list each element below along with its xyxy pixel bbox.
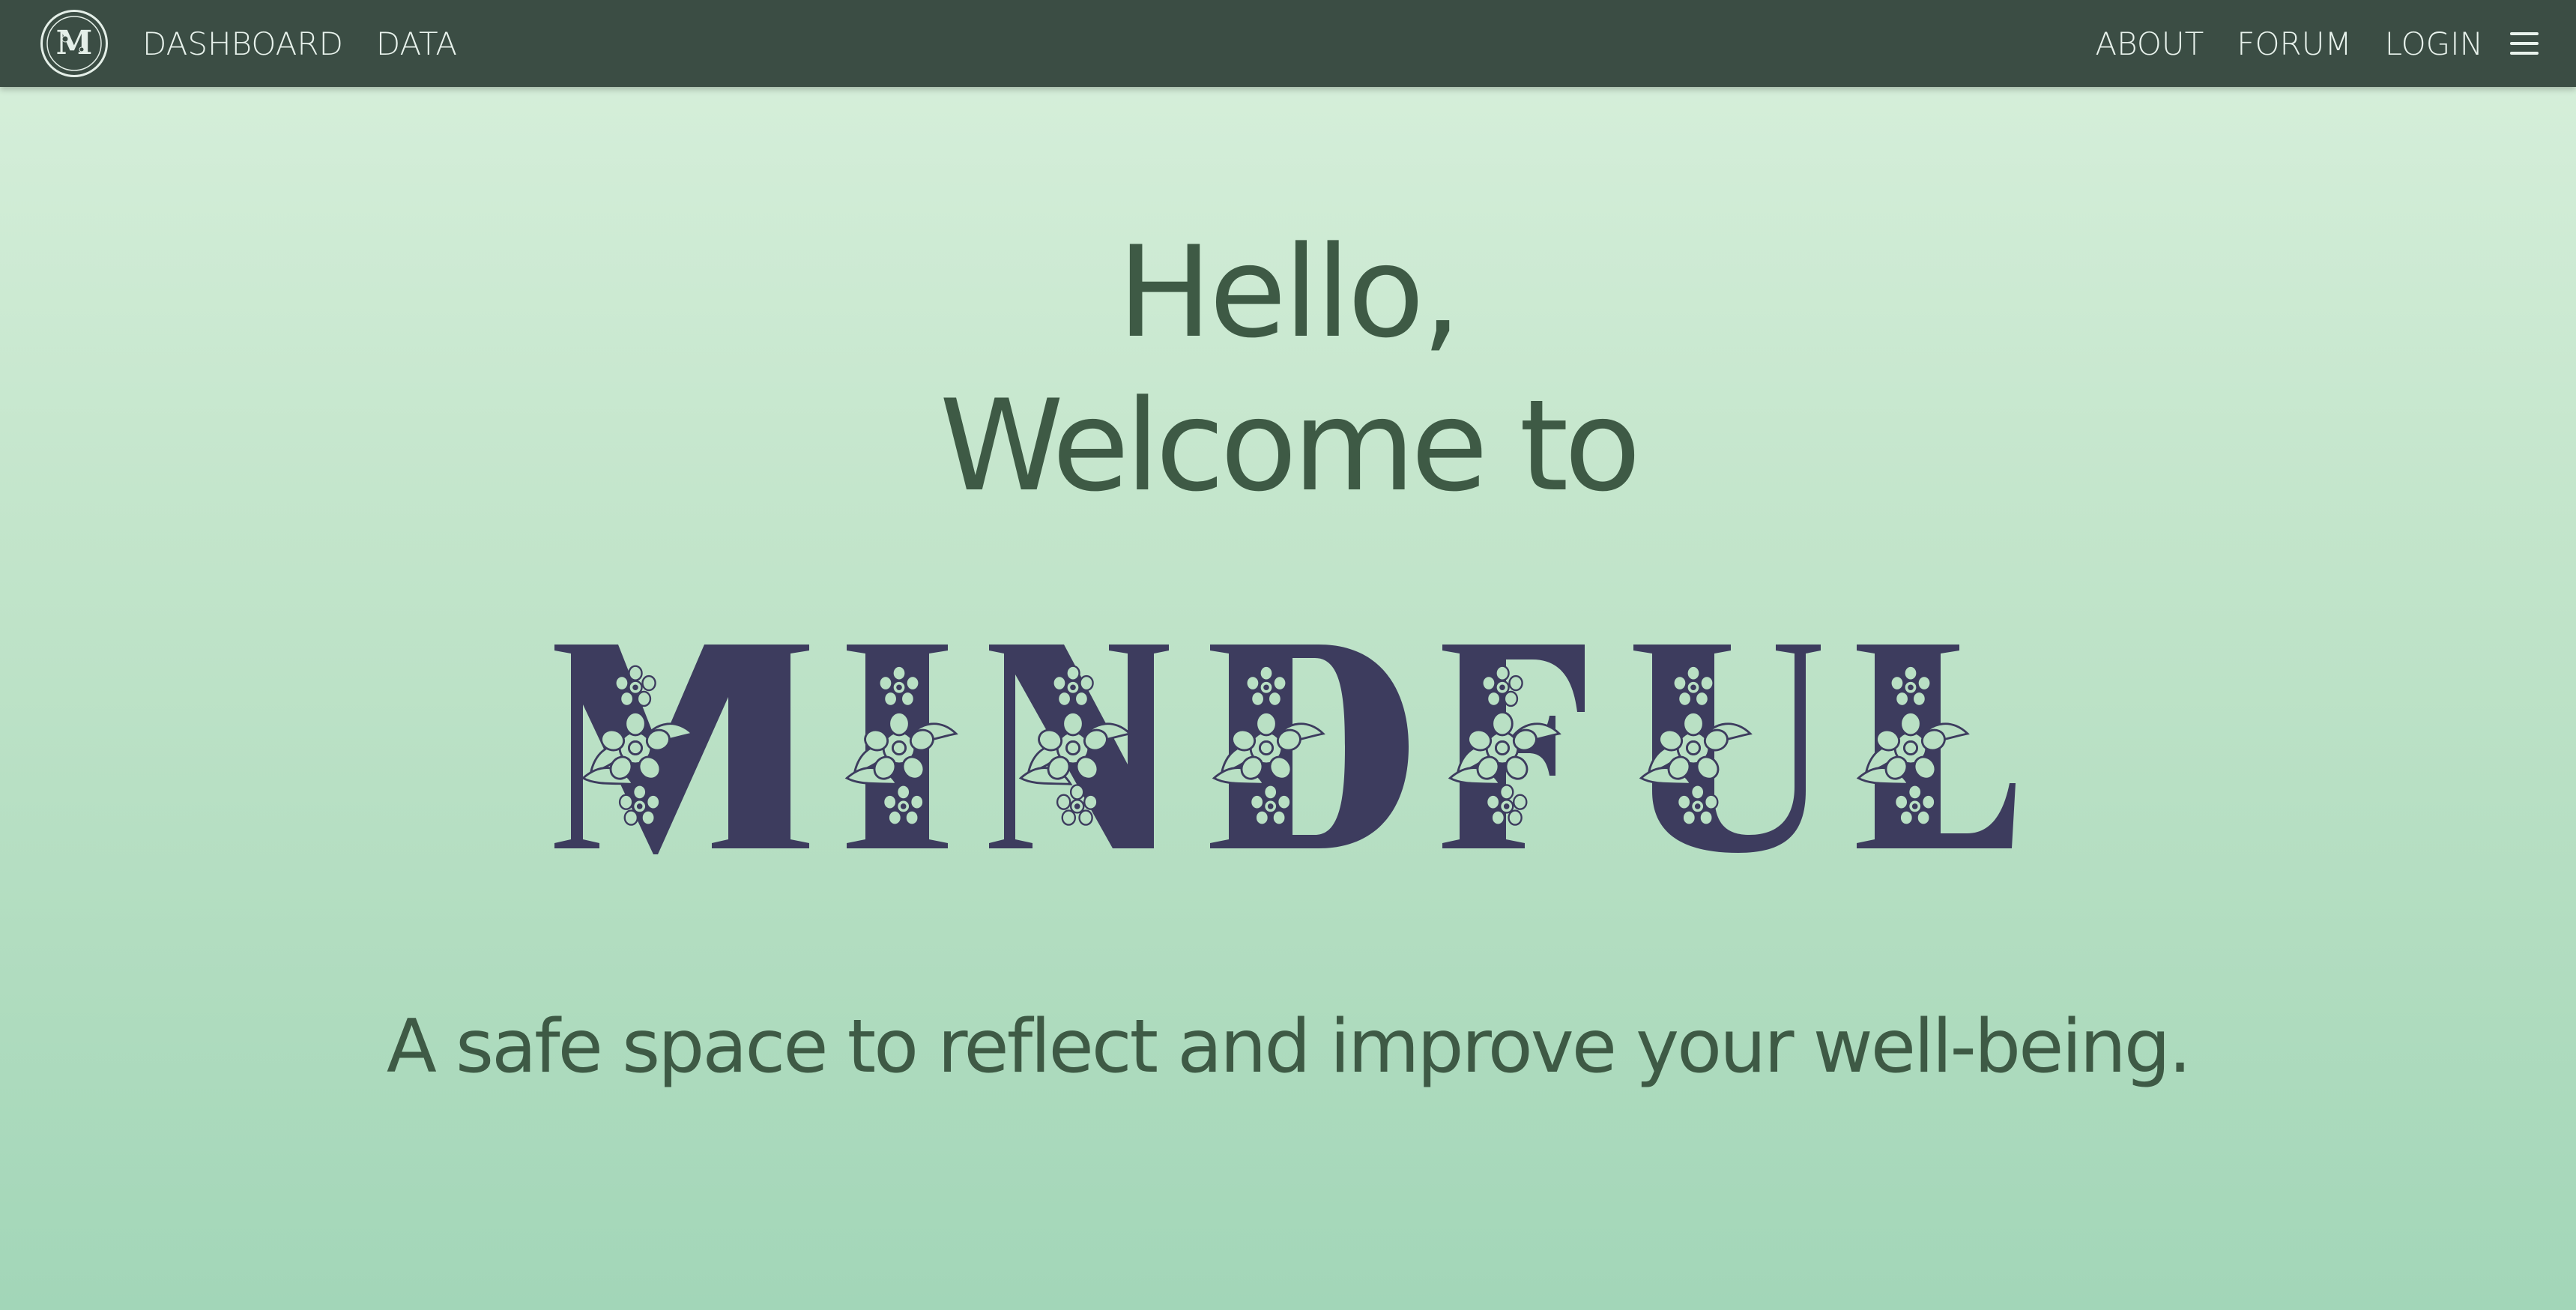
brand-wordmark <box>0 615 2576 862</box>
mindful-logo-icon[interactable]: M <box>40 10 108 77</box>
nav-forum-link[interactable]: FORUM <box>2237 25 2351 62</box>
nav-dashboard-link[interactable]: DASHBOARD <box>142 25 343 62</box>
nav-data-link[interactable]: DATA <box>376 25 457 62</box>
hamburger-menu-icon[interactable] <box>2510 32 2539 55</box>
floral-mindful-wordmark <box>554 645 2016 854</box>
nav-about-link[interactable]: ABOUT <box>2095 25 2204 62</box>
nav-login-link[interactable]: LOGIN <box>2385 25 2483 62</box>
top-navbar: M DASHBOARD DATA ABOUT FORUM LOGIN <box>0 0 2576 87</box>
svg-text:M: M <box>56 24 93 62</box>
greeting-welcome: Welcome to <box>939 372 1642 519</box>
logo-emblem: M <box>46 16 102 71</box>
hero-section: Hello, Welcome to A safe space to reflec… <box>0 87 2576 1310</box>
greeting-hello: Hello, <box>1117 219 1461 366</box>
hero-tagline: A safe space to reflect and improve your… <box>386 1004 2192 1090</box>
